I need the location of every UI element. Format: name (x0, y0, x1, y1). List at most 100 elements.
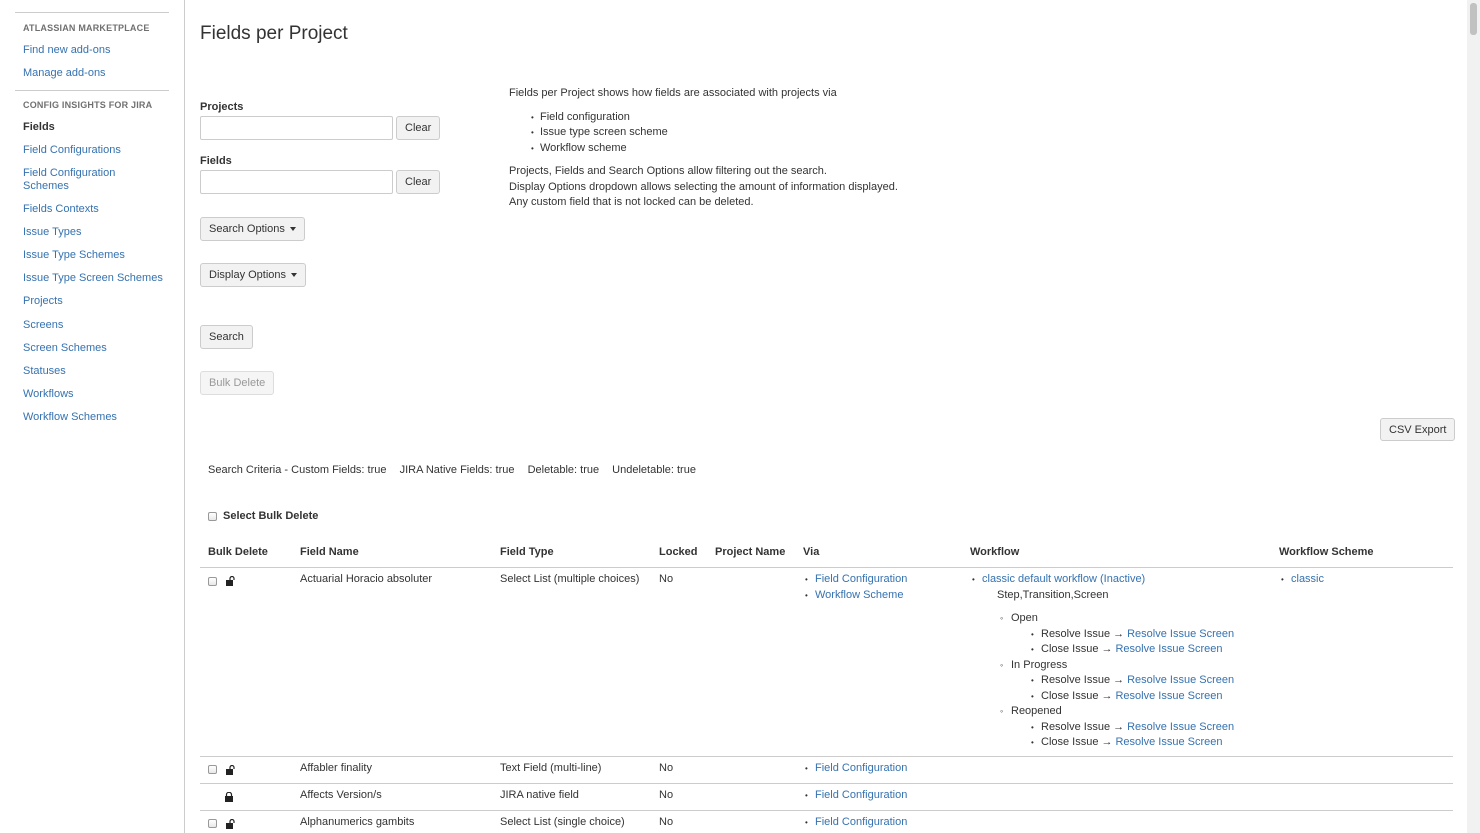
field-name-link[interactable]: Affabler finality (300, 761, 372, 777)
transition-name: Close Issue (1041, 689, 1099, 702)
row-checkbox[interactable] (208, 765, 217, 774)
via-field-configuration-link[interactable]: Field Configuration (815, 789, 907, 801)
sidebar-item-screen-schemes[interactable]: Screen Schemes (23, 342, 173, 355)
criteria-deletable: Deletable: true (527, 464, 600, 476)
sidebar-item-field-configuration-schemes[interactable]: Field Configuration Schemes (23, 167, 133, 193)
sidebar-item-screens[interactable]: Screens (23, 319, 173, 332)
select-all-checkbox[interactable] (208, 511, 217, 521)
display-options-label: Display Options (209, 269, 287, 281)
sidebar-item-field-configurations[interactable]: Field Configurations (23, 144, 173, 157)
workflow-scheme-list: classic (1279, 572, 1324, 588)
transition-screen-link[interactable]: Resolve Issue Screen (1127, 628, 1234, 640)
transition-screen-link[interactable]: Resolve Issue Screen (1127, 674, 1234, 686)
sidebar-item-workflow-schemes[interactable]: Workflow Schemes (23, 411, 173, 424)
transition-item: Close Issue→Resolve Issue Screen (1029, 735, 1234, 751)
sidebar-divider (15, 90, 169, 91)
arrow-right-icon: → (1101, 736, 1113, 748)
via-workflow-scheme-link[interactable]: Workflow Scheme (815, 589, 903, 601)
sidebar-heading-marketplace: ATLASSIAN MARKETPLACE (23, 23, 150, 33)
transition-screen-link[interactable]: Resolve Issue Screen (1115, 736, 1222, 748)
transition-name: Resolve Issue (1041, 627, 1111, 640)
field-type: JIRA native field (500, 789, 579, 801)
scrollbar-thumb[interactable] (1470, 3, 1477, 35)
workflow-link[interactable]: classic default workflow (Inactive) (982, 573, 1145, 585)
csv-export-button[interactable]: CSV Export (1380, 418, 1456, 441)
transition-item: Resolve Issue→Resolve Issue Screen (1029, 627, 1234, 643)
locked-value: No (659, 816, 674, 828)
page-title: Fields per Project (200, 23, 348, 44)
field-name: Affects Version/s (300, 789, 382, 801)
via-list: Field Configuration (803, 761, 907, 777)
via-list: Field Configuration (803, 815, 907, 831)
sidebar-item-issue-type-screen-schemes[interactable]: Issue Type Screen Schemes (23, 272, 173, 285)
projects-input[interactable] (200, 116, 393, 140)
arrow-right-icon: → (1113, 627, 1125, 640)
field-name-link[interactable]: Alphanumerics gambits (300, 815, 414, 831)
search-options-dropdown[interactable]: Search Options (200, 217, 305, 241)
transition-screen-link[interactable]: Resolve Issue Screen (1115, 643, 1222, 655)
workflow-list: classic default workflow (Inactive) Step… (970, 572, 1234, 751)
sidebar-item-issue-types[interactable]: Issue Types (23, 226, 173, 239)
info-bullet-list: Field configuration Issue type screen sc… (509, 110, 898, 157)
transition-name: Close Issue (1041, 643, 1099, 655)
sidebar-item-workflows[interactable]: Workflows (23, 388, 173, 401)
column-header-project-name: Project Name (715, 546, 786, 558)
search-button[interactable]: Search (200, 325, 253, 349)
workflow-elements: Step,Transition,Screen (997, 588, 1109, 601)
criteria-native-fields: JIRA Native Fields: true (399, 464, 515, 476)
arrow-right-icon: → (1101, 643, 1113, 655)
transition-item: Close Issue→Resolve Issue Screen (1029, 642, 1234, 658)
transition-list: Resolve Issue→Resolve Issue Screen Close… (1011, 720, 1234, 751)
info-panel: Fields per Project shows how fields are … (509, 86, 898, 211)
transition-name: Close Issue (1041, 736, 1099, 748)
search-options-label: Search Options (209, 223, 285, 235)
select-bulk-delete[interactable]: Select Bulk Delete (208, 510, 318, 522)
sidebar-item-fields-contexts[interactable]: Fields Contexts (23, 203, 173, 216)
fields-label: Fields (200, 155, 232, 167)
info-bullet: Field configuration (531, 110, 898, 126)
caret-down-icon (291, 273, 298, 278)
sidebar-item-find-new-add-ons[interactable]: Find new add-ons (23, 44, 173, 57)
fields-input[interactable] (200, 170, 393, 194)
row-checkbox[interactable] (208, 577, 217, 586)
locked-value: No (659, 789, 674, 801)
transition-item: Close Issue→Resolve Issue Screen (1029, 689, 1234, 705)
transition-list: Resolve Issue→Resolve Issue Screen Close… (1011, 673, 1234, 704)
criteria-undeletable: Undeletable: true (612, 464, 696, 476)
workflow-step: Reopened Resolve Issue→Resolve Issue Scr… (999, 704, 1234, 751)
caret-down-icon (289, 227, 296, 232)
bulk-delete-button[interactable]: Bulk Delete (200, 371, 275, 395)
column-header-field-name: Field Name (300, 546, 359, 558)
sidebar-item-statuses[interactable]: Statuses (23, 365, 173, 378)
sidebar-item-projects[interactable]: Projects (23, 295, 173, 308)
clear-projects-button[interactable]: Clear (396, 116, 441, 140)
lock-open-icon (226, 819, 235, 829)
transition-screen-link[interactable]: Resolve Issue Screen (1115, 690, 1222, 702)
column-header-via: Via (803, 546, 820, 558)
field-name-link[interactable]: Actuarial Horacio absoluter (300, 572, 432, 588)
sidebar-item-fields[interactable]: Fields (23, 121, 173, 134)
via-field-configuration-link[interactable]: Field Configuration (815, 573, 907, 585)
sidebar-item-manage-add-ons[interactable]: Manage add-ons (23, 67, 173, 80)
clear-fields-button[interactable]: Clear (396, 170, 441, 194)
via-field-configuration-link[interactable]: Field Configuration (815, 762, 907, 774)
workflow-scheme-link[interactable]: classic (1291, 573, 1324, 585)
column-header-bulk-delete: Bulk Delete (208, 546, 268, 558)
lock-open-icon (226, 765, 235, 775)
sidebar-item-issue-type-schemes[interactable]: Issue Type Schemes (23, 249, 173, 262)
transition-item: Resolve Issue→Resolve Issue Screen (1029, 720, 1234, 736)
info-bullet: Workflow scheme (531, 141, 898, 157)
column-header-workflow-scheme: Workflow Scheme (1279, 546, 1374, 558)
display-options-dropdown[interactable]: Display Options (200, 263, 307, 287)
workflow-cell: classic default workflow (Inactive) Step… (970, 572, 1234, 751)
row-checkbox[interactable] (208, 819, 217, 828)
via-field-configuration-link[interactable]: Field Configuration (815, 816, 907, 828)
info-line: Any custom field that is not locked can … (509, 196, 754, 208)
info-line: Projects, Fields and Search Options allo… (509, 165, 827, 177)
locked-value: No (659, 762, 674, 774)
column-header-locked: Locked (659, 546, 698, 558)
search-criteria: Search Criteria - Custom Fields: true JI… (208, 464, 706, 476)
transition-screen-link[interactable]: Resolve Issue Screen (1127, 721, 1234, 733)
vertical-scrollbar[interactable] (1467, 0, 1480, 833)
table-row: Actuarial Horacio absoluter Select List … (200, 568, 1453, 757)
